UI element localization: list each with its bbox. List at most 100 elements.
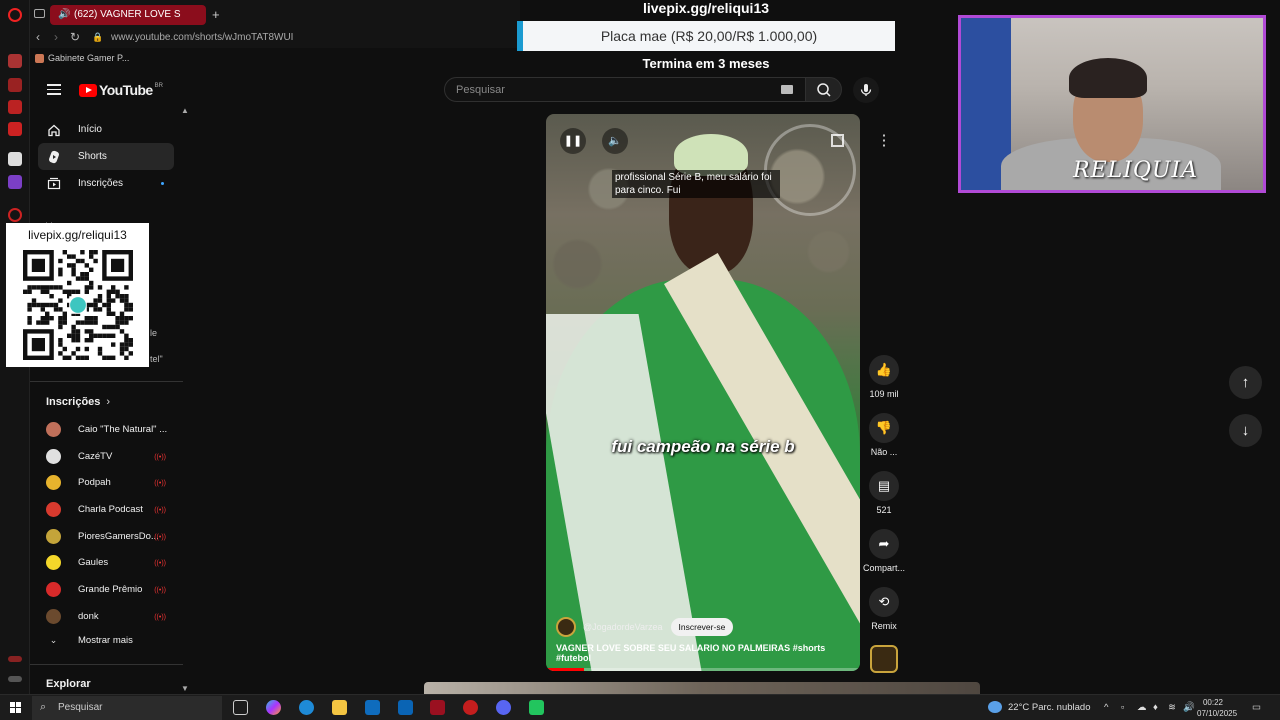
- subscription-item[interactable]: Grande Prêmio ((•)): [46, 576, 176, 603]
- youtube-logo[interactable]: YouTube BR: [79, 82, 163, 98]
- voice-search-button[interactable]: [853, 77, 879, 103]
- weather-text[interactable]: 22°C Parc. nublado: [1008, 702, 1091, 713]
- next-short-preview[interactable]: [424, 682, 980, 694]
- subscription-item[interactable]: PioresGamersDo... ((•)): [46, 523, 176, 550]
- tray-mic-icon[interactable]: ♦: [1153, 702, 1158, 713]
- share-button[interactable]: ➦ Compart...: [862, 529, 906, 573]
- tray-app-icon[interactable]: ☁: [1137, 702, 1147, 713]
- sound-channel-thumbnail[interactable]: [870, 645, 898, 673]
- subscription-item[interactable]: donk ((•)): [46, 603, 176, 630]
- fullscreen-icon[interactable]: [831, 134, 844, 147]
- subscription-item[interactable]: Caio "The Natural" ...: [46, 416, 176, 443]
- tray-chevron-icon[interactable]: ^: [1104, 702, 1108, 713]
- mic-icon: [860, 84, 872, 96]
- reload-icon[interactable]: ↻: [70, 30, 80, 44]
- chevron-down-icon: ⌄: [49, 635, 58, 645]
- store-icon[interactable]: [365, 700, 380, 715]
- taskbar-clock[interactable]: 00:22 07/10/2025: [1197, 697, 1238, 719]
- taskbar-search-label: Pesquisar: [58, 702, 103, 713]
- sidebar-app-icon[interactable]: [8, 122, 22, 136]
- subscriptions-header[interactable]: Inscrições ›: [46, 396, 110, 408]
- subscription-name: donk: [78, 610, 99, 622]
- opera-gx-icon[interactable]: [430, 700, 445, 715]
- remix-icon: ⟲: [869, 587, 899, 617]
- next-short-button[interactable]: ↓: [1229, 414, 1262, 447]
- sidebar-app-icon[interactable]: [8, 152, 22, 166]
- sidebar-app-icon[interactable]: [8, 656, 22, 662]
- youtube-play-icon: [79, 83, 97, 97]
- sidebar-item-shorts[interactable]: Shorts: [38, 143, 174, 170]
- file-explorer-icon[interactable]: [332, 700, 347, 715]
- explore-header: Explorar: [46, 678, 91, 690]
- subscribe-button[interactable]: Inscrever-se: [670, 618, 734, 636]
- dislike-button[interactable]: 👎 Não ...: [862, 413, 906, 457]
- app-icon[interactable]: [529, 700, 544, 715]
- pause-button[interactable]: ❚❚: [560, 128, 586, 154]
- taskbar-search[interactable]: ⌕ Pesquisar: [32, 696, 222, 720]
- sidebar-app-icon[interactable]: [8, 78, 22, 92]
- opera-logo-icon[interactable]: [8, 8, 22, 22]
- volume-button[interactable]: 🔈: [602, 128, 628, 154]
- scroll-down-icon[interactable]: ▼: [181, 684, 189, 693]
- channel-avatar: [46, 421, 61, 437]
- channel-name[interactable]: @JogadordeVarzea: [583, 622, 663, 632]
- sidebar-app-icon[interactable]: [8, 54, 22, 68]
- channel-avatar: [46, 528, 61, 544]
- subscription-item[interactable]: CazéTV ((•)): [46, 443, 176, 470]
- sidebar-item-subscriptions[interactable]: Inscrições: [38, 170, 174, 197]
- menu-icon[interactable]: [47, 84, 61, 95]
- scroll-up-icon[interactable]: ▲: [181, 106, 189, 115]
- remix-button[interactable]: ⟲ Remix: [862, 587, 906, 631]
- video-progress-bar[interactable]: [546, 668, 860, 671]
- search-icon: ⌕: [40, 701, 47, 713]
- donation-ends: Termina em 3 meses: [642, 56, 770, 71]
- back-icon[interactable]: ‹: [36, 30, 40, 44]
- more-options-icon[interactable]: ⋮: [872, 130, 896, 154]
- windows-start-icon[interactable]: [10, 702, 22, 714]
- home-icon: [47, 123, 61, 137]
- search-button[interactable]: [805, 77, 842, 102]
- sidebar-app-icon[interactable]: [8, 208, 22, 222]
- sidebar-app-icon[interactable]: [8, 100, 22, 114]
- show-more-button[interactable]: ⌄ Mostrar mais: [46, 635, 133, 646]
- subscription-item[interactable]: Podpah ((•)): [46, 469, 176, 496]
- app-icon[interactable]: [463, 700, 478, 715]
- active-tab[interactable]: 🔊 (622) VAGNER LOVE S: [50, 5, 206, 25]
- wifi-icon[interactable]: ≋: [1168, 702, 1176, 713]
- outlook-icon[interactable]: [398, 700, 413, 715]
- forward-icon[interactable]: ›: [54, 30, 58, 44]
- sidebar-divider: [30, 381, 183, 382]
- edge-icon[interactable]: [299, 700, 314, 715]
- previous-short-button[interactable]: ↑: [1229, 366, 1262, 399]
- subscription-item[interactable]: Charla Podcast ((•)): [46, 496, 176, 523]
- twitch-icon[interactable]: [8, 175, 22, 189]
- new-tab-button[interactable]: +: [212, 7, 220, 22]
- live-indicator-icon: ((•)): [154, 480, 166, 488]
- channel-avatar[interactable]: [556, 617, 576, 637]
- copilot-icon[interactable]: [266, 700, 281, 715]
- sidebar-more-icon[interactable]: [8, 676, 22, 682]
- hidden-section-label: le: [150, 328, 158, 338]
- bookmark-item[interactable]: Gabinete Gamer P...: [48, 53, 129, 63]
- qr-title: livepix.gg/reliqui13: [28, 228, 127, 242]
- keyboard-icon[interactable]: [781, 85, 793, 94]
- volume-icon[interactable]: 🔊: [1183, 702, 1195, 713]
- search-input[interactable]: Pesquisar: [444, 77, 806, 102]
- task-view-icon[interactable]: [233, 700, 248, 715]
- url-field[interactable]: www.youtube.com/shorts/wJmoTAT8WUI: [111, 32, 293, 43]
- tray-app-icon[interactable]: ▫: [1121, 702, 1124, 713]
- subscription-item[interactable]: Gaules ((•)): [46, 549, 176, 576]
- search-icon: [817, 83, 831, 97]
- sidebar-item-home[interactable]: Início: [38, 116, 174, 143]
- subscription-name: Charla Podcast: [78, 503, 143, 515]
- clock-date: 07/10/2025: [1197, 709, 1238, 718]
- notifications-icon[interactable]: ▭: [1252, 702, 1261, 713]
- tab-manager-icon[interactable]: [34, 9, 45, 18]
- comments-button[interactable]: ▤ 521: [862, 471, 906, 515]
- video-title[interactable]: VAGNER LOVE SOBRE SEU SALARIO NO PALMEIR…: [556, 643, 860, 663]
- like-button[interactable]: 👍 109 mil: [862, 355, 906, 399]
- windows-taskbar: ⌕ Pesquisar 22°C Parc. nublado ^ ▫ ☁ ♦ ≋…: [0, 694, 1280, 720]
- short-video-player[interactable]: ❚❚ 🔈 profissional Série B, meu salário f…: [546, 114, 860, 671]
- discord-icon[interactable]: [496, 700, 511, 715]
- live-indicator-icon: ((•)): [154, 587, 166, 595]
